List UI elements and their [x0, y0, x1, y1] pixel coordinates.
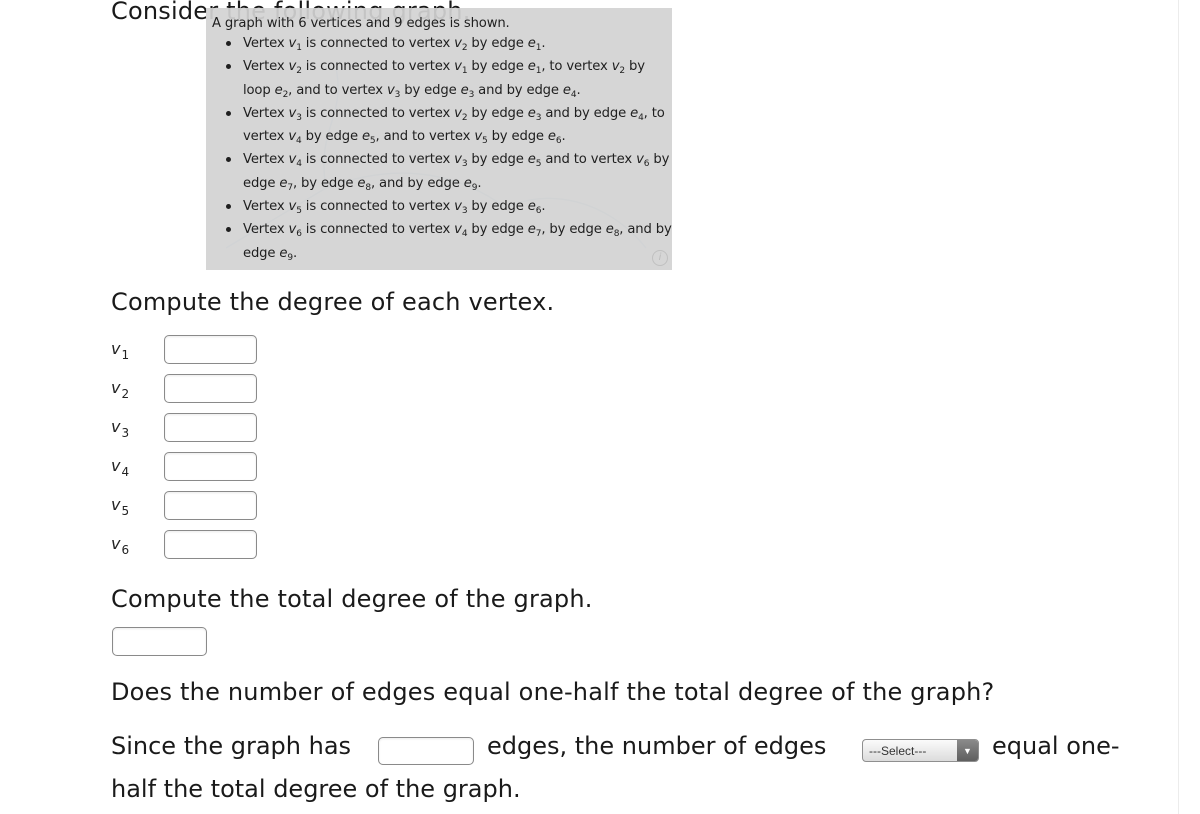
degree-input-v1[interactable] — [164, 335, 257, 364]
vertex-label: v2 — [111, 378, 130, 401]
graph-alt-item: Vertex v5 is connected to vertex v3 by e… — [226, 195, 672, 218]
vertex-label: v5 — [111, 495, 130, 518]
vertex-row-v3: v3 — [111, 413, 271, 447]
page-divider — [1178, 0, 1179, 814]
graph-alt-item: Vertex v4 is connected to vertex v3 by e… — [226, 148, 672, 195]
graph-alt-list: Vertex v1 is connected to vertex v2 by e… — [214, 32, 672, 265]
degree-input-v3[interactable] — [164, 413, 257, 442]
degree-input-v2[interactable] — [164, 374, 257, 403]
vertex-row-v5: v5 — [111, 491, 271, 525]
vertex-row-v6: v6 — [111, 530, 271, 564]
graph-alt-item: Vertex v1 is connected to vertex v2 by e… — [226, 32, 672, 55]
graph-alt-item: Vertex v6 is connected to vertex v4 by e… — [226, 218, 672, 265]
vertex-row-v2: v2 — [111, 374, 271, 408]
sentence-text: edges, the number of edges — [487, 732, 827, 760]
total-degree-heading: Compute the total degree of the graph. — [111, 585, 593, 613]
sentence-text: equal one- — [992, 732, 1120, 760]
chevron-down-icon[interactable]: ▼ — [957, 740, 978, 761]
question-heading: Does the number of edges equal one-half … — [111, 678, 995, 706]
degree-input-v5[interactable] — [164, 491, 257, 520]
degree-input-v4[interactable] — [164, 452, 257, 481]
vertex-row-v1: v1 — [111, 335, 271, 369]
total-degree-input[interactable] — [112, 627, 207, 656]
select-value: ---Select--- — [869, 744, 927, 758]
edges-count-input[interactable] — [378, 737, 474, 765]
vertex-label: v6 — [111, 534, 130, 557]
sentence-text: Since the graph has — [111, 732, 352, 760]
graph-alt-item: Vertex v2 is connected to vertex v1 by e… — [226, 55, 672, 102]
vertex-label: v4 — [111, 456, 130, 479]
sentence-text: half the total degree of the graph. — [111, 775, 521, 803]
equal-select-dropdown[interactable]: ---Select--- ▼ — [862, 739, 979, 762]
vertex-row-v4: v4 — [111, 452, 271, 486]
info-circle-icon[interactable]: i — [652, 250, 668, 266]
graph-alt-summary: A graph with 6 vertices and 9 edges is s… — [212, 16, 510, 31]
graph-alt-item: Vertex v3 is connected to vertex v2 by e… — [226, 102, 672, 149]
vertex-label: v3 — [111, 417, 130, 440]
vertex-label: v1 — [111, 339, 130, 362]
degree-input-v6[interactable] — [164, 530, 257, 559]
degree-section-heading: Compute the degree of each vertex. — [111, 288, 555, 316]
graph-alt-text-tooltip: A graph with 6 vertices and 9 edges is s… — [206, 8, 672, 270]
